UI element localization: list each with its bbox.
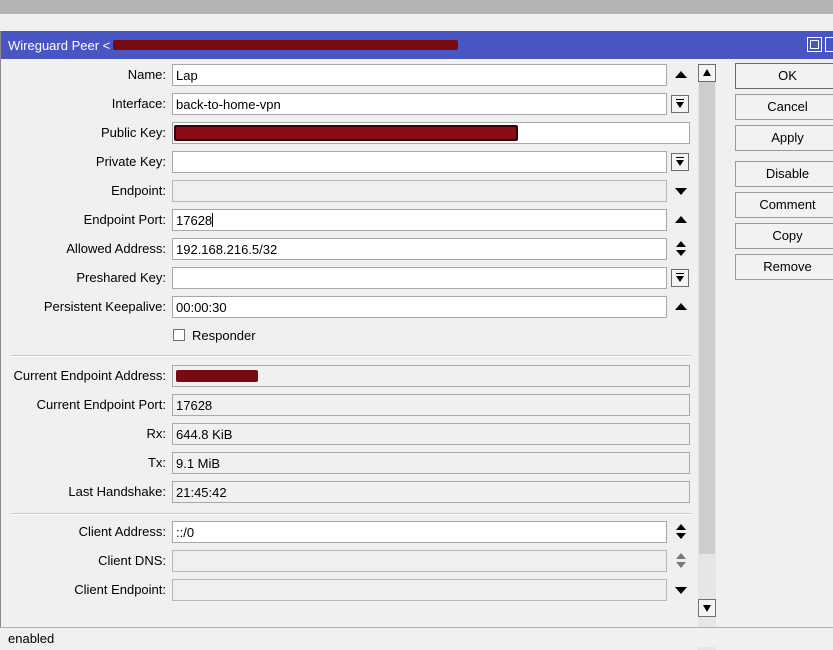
up-arrow-icon[interactable] — [674, 213, 688, 227]
rx-label: Rx: — [146, 426, 167, 441]
private-key-label: Private Key: — [95, 154, 166, 169]
current-endpoint-address-label: Current Endpoint Address: — [13, 368, 166, 383]
current-endpoint-port-value: 17628 — [172, 394, 690, 416]
close-icon[interactable] — [825, 37, 833, 52]
separator — [11, 355, 691, 357]
copy-button[interactable]: Copy — [735, 223, 833, 249]
endpoint-row: Endpoint: — [1, 180, 701, 202]
client-dns-input[interactable] — [172, 550, 667, 572]
responder-label: Responder — [192, 328, 256, 343]
preshared-key-input[interactable] — [172, 267, 667, 289]
wireguard-peer-window: Wireguard Peer < Name: Lap Interface: ba… — [0, 31, 833, 650]
interface-select[interactable]: back-to-home-vpn — [172, 93, 667, 115]
up-arrow-icon[interactable] — [674, 300, 688, 314]
endpoint-label: Endpoint: — [111, 183, 166, 198]
interface-label: Interface: — [111, 96, 166, 111]
down-arrow-icon[interactable] — [674, 583, 688, 597]
allowed-address-row: Allowed Address: 192.168.216.5/32 — [1, 238, 701, 260]
client-endpoint-input[interactable] — [172, 579, 667, 601]
separator — [11, 513, 691, 515]
rx-value: 644.8 KiB — [172, 423, 690, 445]
vertical-scrollbar[interactable] — [698, 64, 716, 650]
public-key-row: Public Key: — [1, 122, 701, 144]
cancel-button[interactable]: Cancel — [735, 94, 833, 120]
private-key-input[interactable] — [172, 151, 667, 173]
client-address-input[interactable]: ::/0 — [172, 521, 667, 543]
client-dns-label: Client DNS: — [98, 553, 166, 568]
redacted-title — [113, 40, 458, 50]
text-caret — [212, 213, 214, 227]
dropdown-icon[interactable] — [671, 95, 689, 113]
client-endpoint-row: Client Endpoint: — [1, 579, 701, 601]
current-endpoint-address-row: Current Endpoint Address: — [1, 365, 701, 387]
up-arrow-icon[interactable] — [674, 68, 688, 82]
public-key-label: Public Key: — [100, 125, 166, 140]
last-handshake-row: Last Handshake: 21:45:42 — [1, 481, 701, 503]
rx-row: Rx: 644.8 KiB — [1, 423, 701, 445]
client-dns-row: Client DNS: — [1, 550, 701, 572]
ok-button[interactable]: OK — [735, 63, 833, 89]
private-key-row: Private Key: — [1, 151, 701, 173]
up-down-arrows-icon[interactable] — [674, 553, 688, 568]
last-handshake-value: 21:45:42 — [172, 481, 690, 503]
disable-button[interactable]: Disable — [735, 161, 833, 187]
interface-row: Interface: back-to-home-vpn — [1, 93, 701, 115]
background-gap — [0, 14, 833, 31]
background-band — [0, 0, 833, 14]
endpoint-port-label: Endpoint Port: — [83, 212, 166, 227]
redacted-public-key — [174, 125, 518, 141]
title-bar[interactable]: Wireguard Peer < — [1, 31, 833, 59]
persistent-keepalive-row: Persistent Keepalive: 00:00:30 — [1, 296, 701, 318]
client-address-label: Client Address: — [78, 524, 166, 539]
name-input[interactable]: Lap — [172, 64, 667, 86]
current-endpoint-port-label: Current Endpoint Port: — [36, 397, 166, 412]
last-handshake-label: Last Handshake: — [68, 484, 166, 499]
redacted-endpoint-address — [176, 370, 258, 382]
tx-row: Tx: 9.1 MiB — [1, 452, 701, 474]
allowed-address-label: Allowed Address: — [66, 241, 166, 256]
endpoint-port-input[interactable]: 17628 — [172, 209, 667, 231]
name-label: Name: — [127, 67, 166, 82]
preshared-key-label: Preshared Key: — [76, 270, 166, 285]
dropdown-icon[interactable] — [671, 153, 689, 171]
scroll-down-icon[interactable] — [698, 599, 716, 617]
client-address-row: Client Address: ::/0 — [1, 521, 701, 543]
persistent-keepalive-label: Persistent Keepalive: — [43, 299, 166, 314]
window-title: Wireguard Peer < — [8, 38, 111, 53]
client-endpoint-label: Client Endpoint: — [74, 582, 166, 597]
responder-checkbox[interactable] — [173, 329, 185, 341]
preshared-key-row: Preshared Key: — [1, 267, 701, 289]
current-endpoint-port-row: Current Endpoint Port: 17628 — [1, 394, 701, 416]
persistent-keepalive-input[interactable]: 00:00:30 — [172, 296, 667, 318]
remove-button[interactable]: Remove — [735, 254, 833, 280]
name-row: Name: Lap — [1, 64, 701, 86]
down-arrow-icon[interactable] — [674, 184, 688, 198]
status-text: enabled — [8, 631, 55, 646]
maximize-icon[interactable] — [807, 37, 822, 52]
up-down-arrows-icon[interactable] — [674, 524, 688, 539]
tx-value: 9.1 MiB — [172, 452, 690, 474]
scroll-up-icon[interactable] — [698, 64, 716, 82]
endpoint-port-row: Endpoint Port: 17628 — [1, 209, 701, 231]
endpoint-input[interactable] — [172, 180, 667, 202]
tx-label: Tx: — [147, 455, 166, 470]
up-down-arrows-icon[interactable] — [674, 241, 688, 256]
allowed-address-input[interactable]: 192.168.216.5/32 — [172, 238, 667, 260]
comment-button[interactable]: Comment — [735, 192, 833, 218]
status-bar: enabled — [0, 627, 833, 647]
dropdown-icon[interactable] — [671, 269, 689, 287]
endpoint-port-value: 17628 — [176, 213, 213, 228]
apply-button[interactable]: Apply — [735, 125, 833, 151]
scroll-thumb[interactable] — [699, 82, 715, 554]
